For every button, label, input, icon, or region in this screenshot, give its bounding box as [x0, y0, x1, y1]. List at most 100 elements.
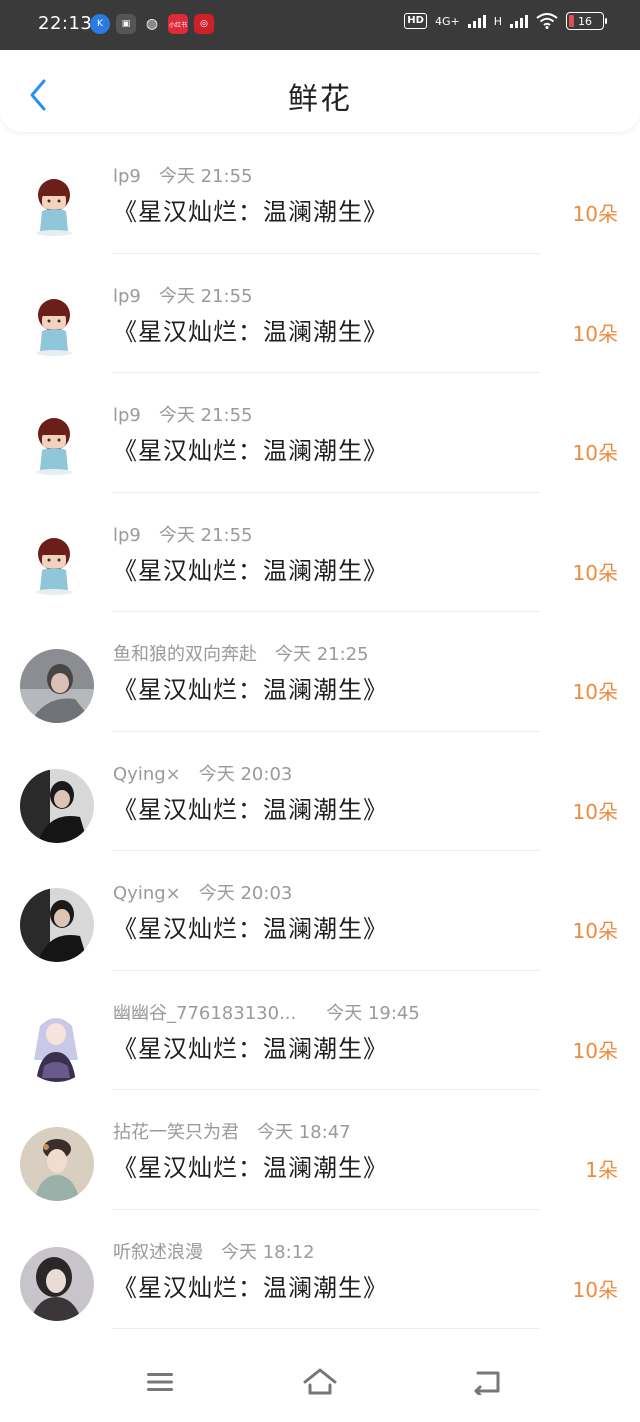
system-nav-bar [0, 1340, 640, 1422]
avatar[interactable] [20, 1007, 94, 1082]
status-time: 22:13 [38, 13, 93, 34]
avatar[interactable] [20, 410, 94, 484]
signal-icon-2 [510, 14, 528, 28]
item-time: 今天 21:55 [158, 166, 253, 187]
avatar[interactable] [20, 1246, 94, 1321]
user-name[interactable]: lp9 [113, 525, 141, 546]
book-title[interactable]: 《星汉灿烂：温澜潮生》 [113, 1148, 388, 1183]
book-title[interactable]: 《星汉灿烂：温澜潮生》 [113, 670, 388, 705]
item-meta: 鱼和狼的双向奔赴 今天 21:25 [113, 640, 369, 666]
item-meta: lp9 今天 21:55 [113, 401, 253, 427]
list-item[interactable]: lp9 今天 21:55 《星汉灿烂：温澜潮生》 10朵 [0, 254, 640, 373]
user-name[interactable]: 幽幽谷_776183130... [113, 1003, 296, 1024]
item-time: 今天 18:12 [221, 1241, 315, 1263]
dark-photo-avatar-image [20, 768, 94, 843]
wifi-icon [536, 13, 558, 29]
home-icon [303, 1368, 337, 1395]
book-title[interactable]: 《星汉灿烂：温澜潮生》 [113, 909, 388, 944]
book-title[interactable]: 《星汉灿烂：温澜潮生》 [113, 312, 388, 347]
portrait-avatar-image [20, 1246, 94, 1321]
red-app-icon: 小红书 [168, 14, 188, 34]
flower-count: 10朵 [572, 1277, 618, 1302]
user-name[interactable]: Qying× [113, 883, 181, 904]
chibi-avatar-image [20, 410, 94, 484]
item-meta: lp9 今天 21:55 [113, 521, 253, 547]
flower-count: 1朵 [585, 1158, 618, 1182]
hd-icon: HD [404, 13, 427, 29]
item-time: 今天 21:25 [275, 644, 369, 665]
page-title: 鲜花 [288, 82, 352, 117]
list-item[interactable]: lp9 今天 21:55 《星汉灿烂：温澜潮生》 10朵 [0, 493, 640, 612]
back-nav-button[interactable] [458, 1362, 518, 1402]
home-button[interactable] [290, 1362, 350, 1402]
list-item[interactable]: Qying× 今天 20:03 《星汉灿烂：温澜潮生》 10朵 [0, 851, 640, 971]
status-indicators: HD 4G+ H 16 [404, 12, 607, 30]
k-app-icon: K [90, 14, 110, 34]
avatar[interactable] [20, 768, 94, 843]
item-time: 今天 19:45 [326, 1002, 420, 1024]
back-nav-icon [474, 1371, 500, 1395]
list-item[interactable]: lp9 今天 21:55 《星汉灿烂：温澜潮生》 10朵 [0, 373, 640, 493]
battery-level: 16 [578, 14, 592, 28]
user-name[interactable]: lp9 [113, 286, 141, 307]
chibi-avatar-image [20, 529, 94, 604]
user-name[interactable]: 听叙述浪漫 [113, 1242, 203, 1263]
bank-app-icon: ◎ [194, 14, 214, 34]
divider [112, 1328, 540, 1329]
item-time: 今天 20:03 [198, 883, 293, 904]
item-time: 今天 21:55 [158, 285, 253, 307]
list-item[interactable]: Qying× 今天 20:03 《星汉灿烂：温澜潮生》 10朵 [0, 732, 640, 851]
user-name[interactable]: 鱼和狼的双向奔赴 [113, 644, 257, 665]
signal-icon [467, 14, 486, 28]
flower-count: 10朵 [572, 441, 618, 465]
flower-count: 10朵 [572, 799, 618, 824]
avatar[interactable] [20, 649, 94, 723]
avatar[interactable] [20, 529, 94, 604]
battery-icon: 16 [566, 12, 607, 30]
flower-count: 10朵 [572, 919, 618, 943]
network-4g-label: 4G+ [434, 14, 460, 28]
flower-count: 10朵 [572, 202, 618, 226]
grey-photo-avatar-image [20, 649, 94, 723]
map-app-icon: ▣ [116, 14, 136, 34]
network-h-label: H [493, 14, 502, 28]
book-title[interactable]: 《星汉灿烂：温澜潮生》 [113, 431, 388, 466]
item-time: 今天 20:03 [198, 763, 293, 785]
list-item[interactable]: 幽幽谷_776183130... 今天 19:45 《星汉灿烂：温澜潮生》 10朵 [0, 971, 640, 1090]
chibi-avatar-image [20, 290, 94, 365]
menu-button[interactable] [130, 1362, 190, 1402]
user-name[interactable]: lp9 [113, 166, 141, 187]
user-name[interactable]: Qying× [113, 764, 181, 785]
item-time: 今天 21:55 [158, 405, 253, 426]
item-meta: Qying× 今天 20:03 [113, 760, 292, 786]
flower-count: 10朵 [572, 321, 618, 346]
avatar[interactable] [20, 888, 94, 962]
dark-photo-avatar-image [20, 888, 94, 962]
anime-girl-avatar-image [20, 1007, 94, 1082]
book-title[interactable]: 《星汉灿烂：温澜潮生》 [113, 551, 388, 586]
item-time: 今天 18:47 [257, 1122, 351, 1143]
avatar[interactable] [20, 171, 94, 245]
user-name[interactable]: lp9 [113, 405, 141, 426]
book-title[interactable]: 《星汉灿烂：温澜潮生》 [113, 192, 388, 227]
painting-avatar-image [20, 1127, 94, 1201]
flower-count: 10朵 [572, 560, 618, 585]
book-title[interactable]: 《星汉灿烂：温澜潮生》 [113, 790, 388, 825]
book-title[interactable]: 《星汉灿烂：温澜潮生》 [113, 1029, 388, 1064]
list-item[interactable]: 听叙述浪漫 今天 18:12 《星汉灿烂：温澜潮生》 10朵 [0, 1210, 640, 1329]
flower-count: 10朵 [572, 1038, 618, 1063]
item-time: 今天 21:55 [158, 524, 253, 546]
avatar[interactable] [20, 1127, 94, 1201]
list-item[interactable]: lp9 今天 21:55 《星汉灿烂：温澜潮生》 10朵 [0, 134, 640, 254]
list-item[interactable]: 拈花一笑只为君 今天 18:47 《星汉灿烂：温澜潮生》 1朵 [0, 1090, 640, 1210]
flower-count: 10朵 [572, 680, 618, 704]
menu-icon [147, 1373, 173, 1391]
list-item[interactable]: 鱼和狼的双向奔赴 今天 21:25 《星汉灿烂：温澜潮生》 10朵 [0, 612, 640, 732]
item-meta: lp9 今天 21:55 [113, 282, 253, 308]
page-header: 鲜花 [0, 50, 640, 132]
user-name[interactable]: 拈花一笑只为君 [113, 1122, 239, 1143]
item-meta: 拈花一笑只为君 今天 18:47 [113, 1118, 351, 1144]
item-meta: 幽幽谷_776183130... 今天 19:45 [113, 999, 420, 1025]
book-title[interactable]: 《星汉灿烂：温澜潮生》 [113, 1268, 388, 1303]
avatar[interactable] [20, 290, 94, 365]
